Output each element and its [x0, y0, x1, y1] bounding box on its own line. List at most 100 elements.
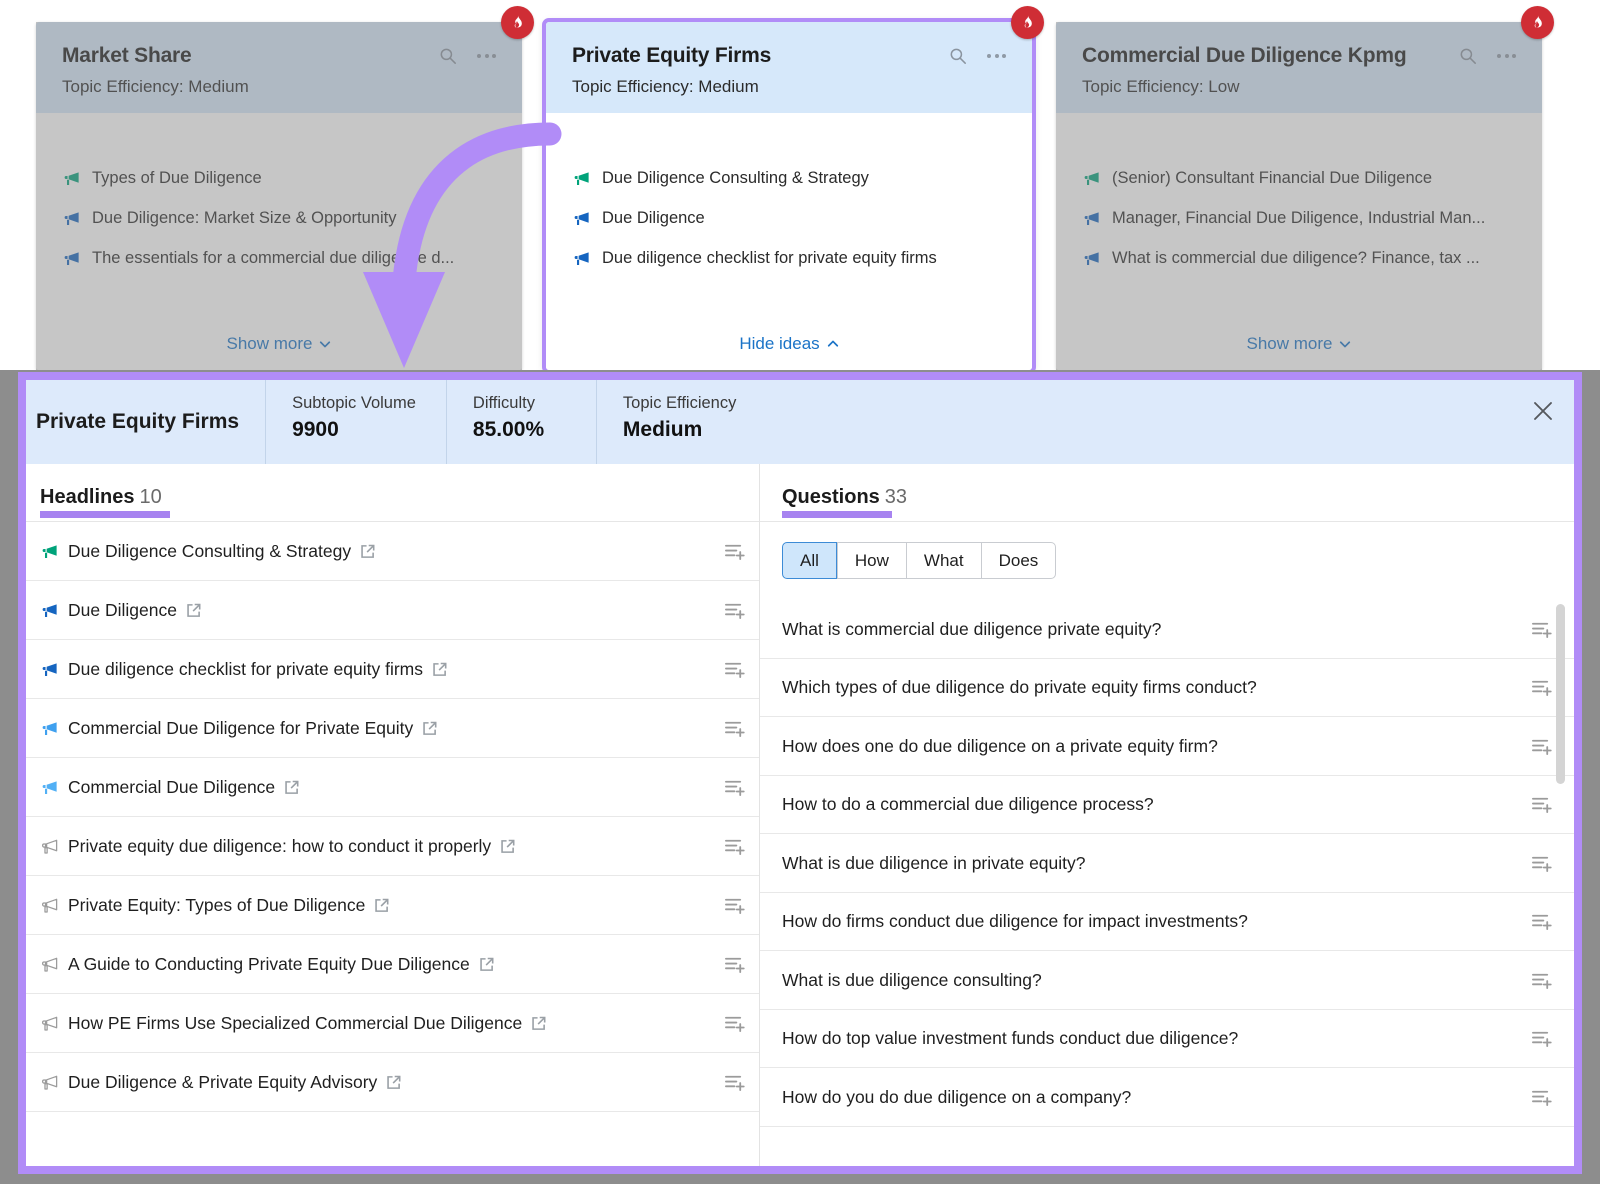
question-row[interactable]: How do top value investment funds conduc… [760, 1010, 1574, 1069]
headline-row[interactable]: Private equity due diligence: how to con… [26, 817, 759, 876]
external-link-icon[interactable] [500, 839, 515, 854]
add-to-list-icon[interactable] [1531, 619, 1552, 640]
question-filter-does[interactable]: Does [981, 542, 1057, 579]
questions-scrollbar-thumb[interactable] [1556, 604, 1565, 784]
hide-ideas-button[interactable]: Hide ideas [739, 334, 838, 354]
headline-label: Private equity due diligence: how to con… [68, 836, 491, 857]
more-options-icon[interactable] [477, 54, 496, 58]
external-link-icon[interactable] [479, 957, 494, 972]
add-to-list-icon[interactable] [724, 954, 745, 975]
headline-row[interactable]: Due Diligence Consulting & Strategy [26, 522, 759, 581]
megaphone-icon [1082, 209, 1101, 228]
more-options-icon[interactable] [1497, 54, 1516, 58]
question-row[interactable]: What is due diligence in private equity? [760, 834, 1574, 893]
idea-item[interactable]: What is commercial due diligence? Financ… [1082, 249, 1516, 268]
questions-header: Questions33 [760, 464, 1574, 522]
idea-item[interactable]: Due Diligence: Market Size & Opportunity [62, 209, 496, 228]
external-link-icon[interactable] [422, 721, 437, 736]
idea-label: Due Diligence Consulting & Strategy [602, 169, 869, 188]
topic-card-ideas: (Senior) Consultant Financial Due Dilige… [1056, 113, 1542, 370]
external-link-icon[interactable] [386, 1075, 401, 1090]
megaphone-icon [62, 249, 81, 268]
add-to-list-icon[interactable] [724, 1072, 745, 1093]
headlines-list[interactable]: Due Diligence Consulting & StrategyDue D… [26, 522, 759, 1166]
headlines-count: 10 [139, 486, 161, 508]
more-options-icon[interactable] [987, 54, 1006, 58]
add-to-list-icon[interactable] [724, 777, 745, 798]
headline-row[interactable]: A Guide to Conducting Private Equity Due… [26, 935, 759, 994]
toggle-label: Hide ideas [739, 334, 819, 354]
external-link-icon[interactable] [186, 603, 201, 618]
search-icon[interactable] [949, 47, 967, 65]
idea-label: Types of Due Diligence [92, 169, 262, 188]
megaphone-icon [1082, 249, 1101, 268]
megaphone-icon [572, 249, 591, 268]
external-link-icon[interactable] [374, 898, 389, 913]
topic-card-title: Market Share [62, 44, 427, 68]
question-row[interactable]: How do firms conduct due diligence for i… [760, 893, 1574, 952]
headline-label: A Guide to Conducting Private Equity Due… [68, 954, 470, 975]
add-to-list-icon[interactable] [724, 895, 745, 916]
question-row[interactable]: How do you do due diligence on a company… [760, 1068, 1574, 1127]
add-to-list-icon[interactable] [1531, 853, 1552, 874]
headline-row[interactable]: Due diligence checklist for private equi… [26, 640, 759, 699]
idea-item[interactable]: Due diligence checklist for private equi… [572, 249, 1006, 268]
headline-row[interactable]: Private Equity: Types of Due Diligence [26, 876, 759, 935]
headline-row[interactable]: How PE Firms Use Specialized Commercial … [26, 994, 759, 1053]
external-link-icon[interactable] [432, 662, 447, 677]
subtopic-detail-modal: Private Equity Firms Subtopic Volume 990… [18, 372, 1582, 1174]
headline-row[interactable]: Due Diligence & Private Equity Advisory [26, 1053, 759, 1112]
add-to-list-icon[interactable] [724, 600, 745, 621]
add-to-list-icon[interactable] [724, 836, 745, 857]
add-to-list-icon[interactable] [1531, 736, 1552, 757]
flame-icon [501, 6, 534, 39]
topic-card-title: Commercial Due Diligence Kpmg [1082, 44, 1447, 68]
questions-list[interactable]: What is commercial due diligence private… [760, 600, 1574, 1166]
add-to-list-icon[interactable] [1531, 794, 1552, 815]
search-icon[interactable] [1459, 47, 1477, 65]
topic-card-ideas: Types of Due Diligence Due Diligence: Mar… [36, 113, 522, 370]
show-more-button[interactable]: Show more [227, 334, 332, 354]
close-icon[interactable] [1532, 400, 1554, 422]
idea-item[interactable]: (Senior) Consultant Financial Due Dilige… [1082, 169, 1516, 188]
add-to-list-icon[interactable] [724, 541, 745, 562]
question-row[interactable]: Which types of due diligence do private … [760, 659, 1574, 718]
add-to-list-icon[interactable] [724, 659, 745, 680]
add-to-list-icon[interactable] [724, 1013, 745, 1034]
megaphone-icon [40, 660, 59, 679]
external-link-icon[interactable] [531, 1016, 546, 1031]
search-icon[interactable] [439, 47, 457, 65]
question-filter-what[interactable]: What [906, 542, 981, 579]
headline-row[interactable]: Due Diligence [26, 581, 759, 640]
question-row[interactable]: What is commercial due diligence private… [760, 600, 1574, 659]
question-filter-how[interactable]: How [837, 542, 906, 579]
headline-row[interactable]: Commercial Due Diligence [26, 758, 759, 817]
question-row[interactable]: How to do a commercial due diligence pro… [760, 776, 1574, 835]
add-to-list-icon[interactable] [1531, 1028, 1552, 1049]
idea-item[interactable]: The essentials for a commercial due dili… [62, 249, 496, 268]
external-link-icon[interactable] [360, 544, 375, 559]
question-filter-group[interactable]: AllHowWhatDoes [760, 522, 1574, 600]
add-to-list-icon[interactable] [1531, 911, 1552, 932]
idea-item[interactable]: Manager, Financial Due Diligence, Indust… [1082, 209, 1516, 228]
topic-card[interactable]: Commercial Due Diligence KpmgTopic Effic… [1056, 22, 1542, 370]
add-to-list-icon[interactable] [1531, 1087, 1552, 1108]
show-more-button[interactable]: Show more [1247, 334, 1352, 354]
topic-card-title: Private Equity Firms [572, 44, 937, 68]
metric-label: Topic Efficiency [623, 394, 736, 413]
megaphone-outline-icon [40, 955, 59, 974]
question-row[interactable]: How does one do due diligence on a priva… [760, 717, 1574, 776]
megaphone-icon [40, 542, 59, 561]
question-filter-all[interactable]: All [782, 542, 837, 579]
idea-item[interactable]: Types of Due Diligence [62, 169, 496, 188]
add-to-list-icon[interactable] [1531, 677, 1552, 698]
topic-card[interactable]: Private Equity FirmsTopic Efficiency: Me… [546, 22, 1032, 370]
idea-item[interactable]: Due Diligence [572, 209, 1006, 228]
topic-card[interactable]: Market ShareTopic Efficiency: MediumType… [36, 22, 522, 370]
add-to-list-icon[interactable] [724, 718, 745, 739]
question-row[interactable]: What is due diligence consulting? [760, 951, 1574, 1010]
add-to-list-icon[interactable] [1531, 970, 1552, 991]
idea-item[interactable]: Due Diligence Consulting & Strategy [572, 169, 1006, 188]
external-link-icon[interactable] [284, 780, 299, 795]
headline-row[interactable]: Commercial Due Diligence for Private Equ… [26, 699, 759, 758]
